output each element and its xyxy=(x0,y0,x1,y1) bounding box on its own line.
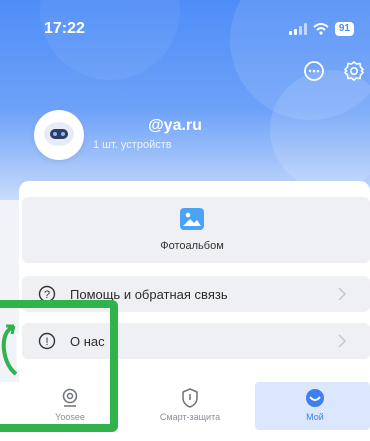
device-count: 1 шт. устройств xyxy=(93,139,172,151)
profile-screen: 17:22 91 @ya.ru 1 шт. устройств Фотоальб… xyxy=(0,0,370,441)
photo-album-button[interactable] xyxy=(22,197,370,263)
chevron-right-icon xyxy=(338,287,347,301)
gear-icon[interactable] xyxy=(343,60,365,82)
profile-header: 17:22 91 @ya.ru 1 шт. устройств xyxy=(0,0,370,200)
status-indicators: 91 xyxy=(288,22,354,36)
message-bubble-icon[interactable] xyxy=(303,60,325,82)
photo-album-label: Фотоальбом xyxy=(160,240,224,252)
chevron-right-icon xyxy=(338,334,347,348)
signal-icon xyxy=(288,23,307,35)
shield-icon xyxy=(182,388,198,408)
refresh-arrow-icon xyxy=(1,324,20,376)
tab-label: Мой xyxy=(306,412,324,422)
photo-album-icon xyxy=(180,208,204,230)
status-time: 17:22 xyxy=(44,20,85,37)
avatar[interactable] xyxy=(34,110,84,160)
decor-bubble xyxy=(40,0,180,80)
profile-icon xyxy=(306,389,324,407)
robot-avatar-icon xyxy=(44,122,74,146)
tab-profile[interactable]: Мой xyxy=(275,382,355,430)
tab-label: Смарт-защита xyxy=(159,412,221,422)
wifi-icon xyxy=(313,23,329,35)
tab-smart-protection[interactable]: Смарт-защита xyxy=(145,382,235,430)
battery-indicator: 91 xyxy=(334,22,354,36)
account-email: @ya.ru xyxy=(148,117,202,134)
